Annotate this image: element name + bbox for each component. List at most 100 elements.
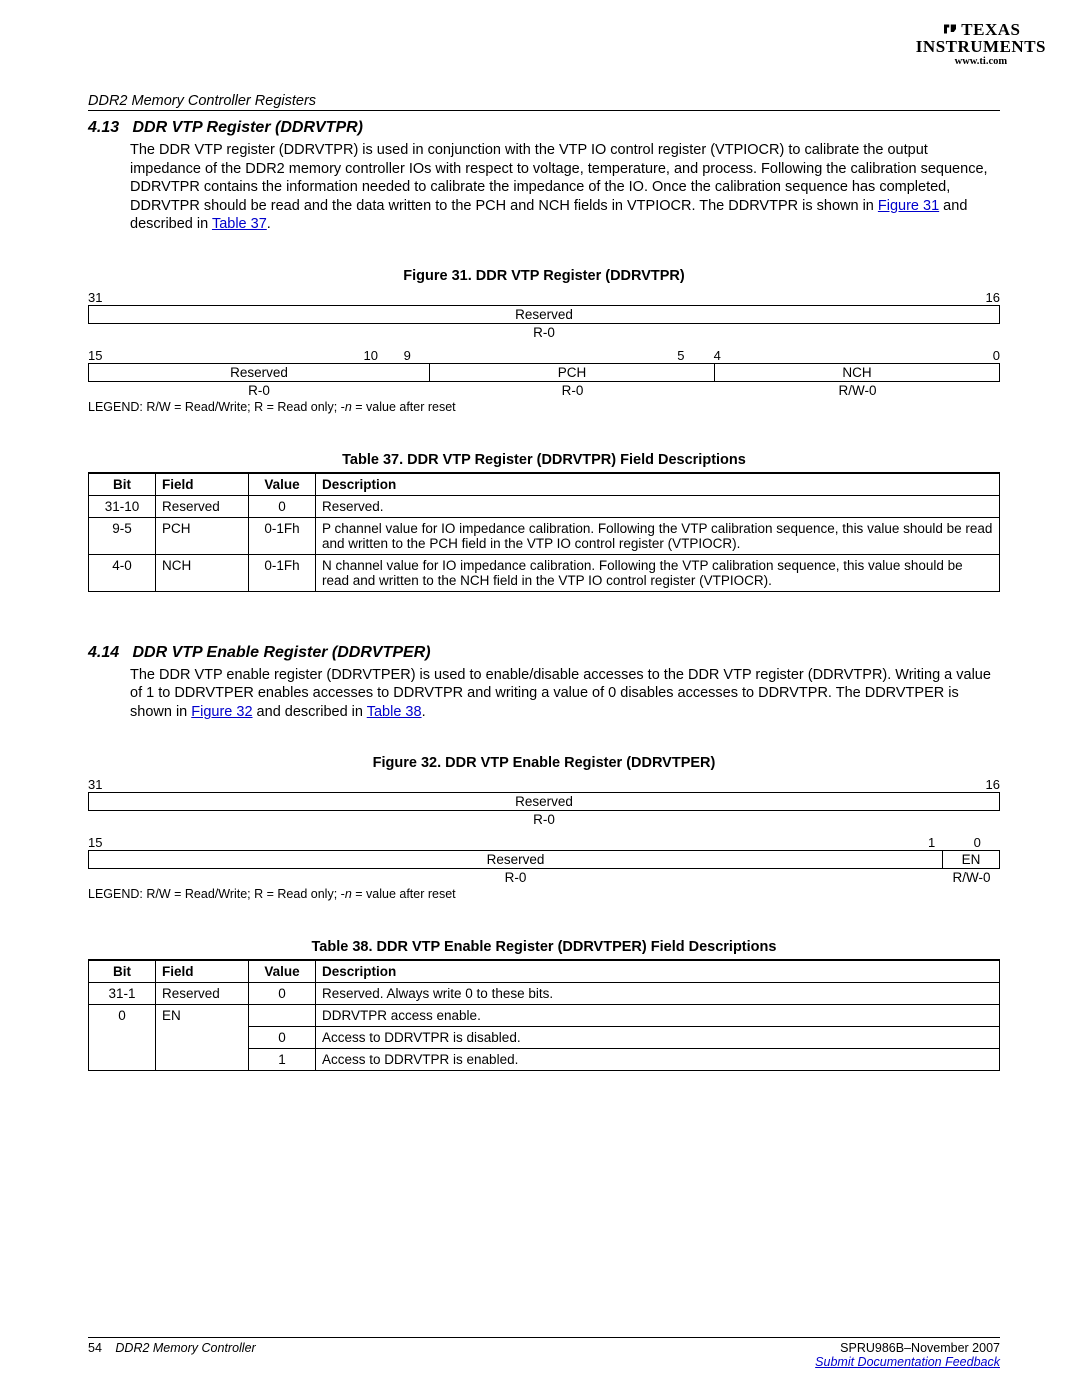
cell-field: PCH <box>156 517 249 554</box>
cell-value: 1 <box>249 1049 316 1071</box>
figure-31-link[interactable]: Figure 31 <box>878 198 939 214</box>
cell-field: EN <box>156 1005 249 1027</box>
table-row: 9-5 PCH 0-1Fh P channel value for IO imp… <box>89 517 1000 554</box>
figure-31-title: Figure 31. DDR VTP Register (DDRVTPR) <box>88 268 1000 284</box>
reg-access: R-0 <box>430 382 715 398</box>
page-footer: 54 DDR2 Memory Controller SPRU986B–Novem… <box>88 1337 1000 1369</box>
cell-value: 0 <box>249 983 316 1005</box>
table-header-row: Bit Field Value Description <box>89 473 1000 496</box>
bit-label: 16 <box>973 290 1000 305</box>
cell-bit: 4-0 <box>89 554 156 591</box>
legend-text: = value after reset <box>352 887 456 901</box>
reg-field-reserved: Reserved <box>88 792 1000 811</box>
register-legend: LEGEND: R/W = Read/Write; R = Read only;… <box>88 400 1000 414</box>
page-number: 54 <box>88 1341 102 1355</box>
cell-value: 0-1Fh <box>249 554 316 591</box>
cell-value <box>249 1005 316 1027</box>
table-row: 1 Access to DDRVTPR is enabled. <box>89 1049 1000 1071</box>
ti-chip-icon <box>941 20 959 38</box>
bit-label: 4 <box>699 348 735 363</box>
bit-label: 31 <box>88 290 115 305</box>
col-bit: Bit <box>89 960 156 983</box>
cell-desc: Reserved. <box>316 495 1000 517</box>
table-38-title: Table 38. DDR VTP Enable Register (DDRVT… <box>88 939 1000 955</box>
cell-bit: 0 <box>89 1005 156 1027</box>
para-text: The DDR VTP register (DDRVTPR) is used i… <box>130 142 988 214</box>
legend-n: n <box>345 887 352 901</box>
col-bit: Bit <box>89 473 156 496</box>
reg-access: R-0 <box>88 811 1000 827</box>
feedback-link[interactable]: Submit Documentation Feedback <box>815 1355 1000 1369</box>
cell-field: Reserved <box>156 495 249 517</box>
table-row: 0 EN DDRVTPR access enable. <box>89 1005 1000 1027</box>
col-description: Description <box>316 473 1000 496</box>
logo-url: www.ti.com <box>916 56 1046 67</box>
cell-desc: P channel value for IO impedance calibra… <box>316 517 1000 554</box>
section-number: 4.13 <box>88 119 128 137</box>
col-field: Field <box>156 960 249 983</box>
cell-field: NCH <box>156 554 249 591</box>
reg-access: R-0 <box>88 382 430 398</box>
figure-32: 31 16 Reserved R-0 15 1 0 Reserved EN R-… <box>88 777 1000 901</box>
reg-field-en: EN <box>943 850 1000 869</box>
table-38-link[interactable]: Table 38 <box>367 704 422 720</box>
reg-field-reserved: Reserved <box>88 363 430 382</box>
table-37: Bit Field Value Description 31-10 Reserv… <box>88 472 1000 592</box>
legend-text: = value after reset <box>352 400 456 414</box>
cell-value: 0-1Fh <box>249 517 316 554</box>
bit-label: 5 <box>663 348 699 363</box>
para-text: . <box>422 704 426 720</box>
section-number: 4.14 <box>88 644 128 662</box>
section-heading-413: 4.13 DDR VTP Register (DDRVTPR) <box>88 119 1000 137</box>
legend-n: n <box>345 400 352 414</box>
para-text: and described in <box>253 704 367 720</box>
section-413-body: The DDR VTP register (DDRVTPR) is used i… <box>130 141 1000 234</box>
reg-access: R/W-0 <box>715 382 1000 398</box>
figure-32-title: Figure 32. DDR VTP Enable Register (DDRV… <box>88 755 1000 771</box>
figure-32-link[interactable]: Figure 32 <box>191 704 252 720</box>
footer-title: DDR2 Memory Controller <box>115 1341 255 1355</box>
table-37-link[interactable]: Table 37 <box>212 216 267 232</box>
bit-label: 0 <box>973 348 1000 363</box>
cell-desc: Access to DDRVTPR is enabled. <box>316 1049 1000 1071</box>
cell-value: 0 <box>249 1027 316 1049</box>
ti-logo: TEXAS INSTRUMENTS www.ti.com <box>916 20 1046 67</box>
figure-31: 31 16 Reserved R-0 15 10 9 5 4 0 Reserve… <box>88 290 1000 414</box>
col-value: Value <box>249 960 316 983</box>
cell-bit: 31-10 <box>89 495 156 517</box>
table-header-row: Bit Field Value Description <box>89 960 1000 983</box>
cell-field: Reserved <box>156 983 249 1005</box>
cell-desc: DDRVTPR access enable. <box>316 1005 1000 1027</box>
cell-value: 0 <box>249 495 316 517</box>
table-row: 31-10 Reserved 0 Reserved. <box>89 495 1000 517</box>
bit-label: 10 <box>353 348 389 363</box>
legend-text: LEGEND: R/W = Read/Write; R = Read only;… <box>88 887 345 901</box>
logo-line2: INSTRUMENTS <box>916 37 1046 57</box>
section-title: DDR VTP Enable Register (DDRVTPER) <box>132 644 430 661</box>
bit-label: 0 <box>954 835 1000 850</box>
reg-field-reserved: Reserved <box>88 850 943 869</box>
table-38: Bit Field Value Description 31-1 Reserve… <box>88 959 1000 1071</box>
table-row: 4-0 NCH 0-1Fh N channel value for IO imp… <box>89 554 1000 591</box>
bit-label: 31 <box>88 777 115 792</box>
reg-access: R-0 <box>88 324 1000 340</box>
col-field: Field <box>156 473 249 496</box>
cell-bit <box>89 1049 156 1071</box>
col-description: Description <box>316 960 1000 983</box>
para-text: . <box>267 216 271 232</box>
cell-field <box>156 1027 249 1049</box>
cell-bit: 31-1 <box>89 983 156 1005</box>
bit-label: 15 <box>88 835 115 850</box>
cell-bit: 9-5 <box>89 517 156 554</box>
section-title: DDR VTP Register (DDRVTPR) <box>132 119 363 136</box>
footer-doc-id: SPRU986B–November 2007 <box>840 1341 1000 1355</box>
bit-label: 1 <box>909 835 955 850</box>
document-page: TEXAS INSTRUMENTS www.ti.com DDR2 Memory… <box>0 0 1080 1397</box>
cell-desc: Access to DDRVTPR is disabled. <box>316 1027 1000 1049</box>
table-row: 0 Access to DDRVTPR is disabled. <box>89 1027 1000 1049</box>
cell-field <box>156 1049 249 1071</box>
bit-label: 15 <box>88 348 115 363</box>
table-37-title: Table 37. DDR VTP Register (DDRVTPR) Fie… <box>88 452 1000 468</box>
col-value: Value <box>249 473 316 496</box>
section-heading-414: 4.14 DDR VTP Enable Register (DDRVTPER) <box>88 644 1000 662</box>
